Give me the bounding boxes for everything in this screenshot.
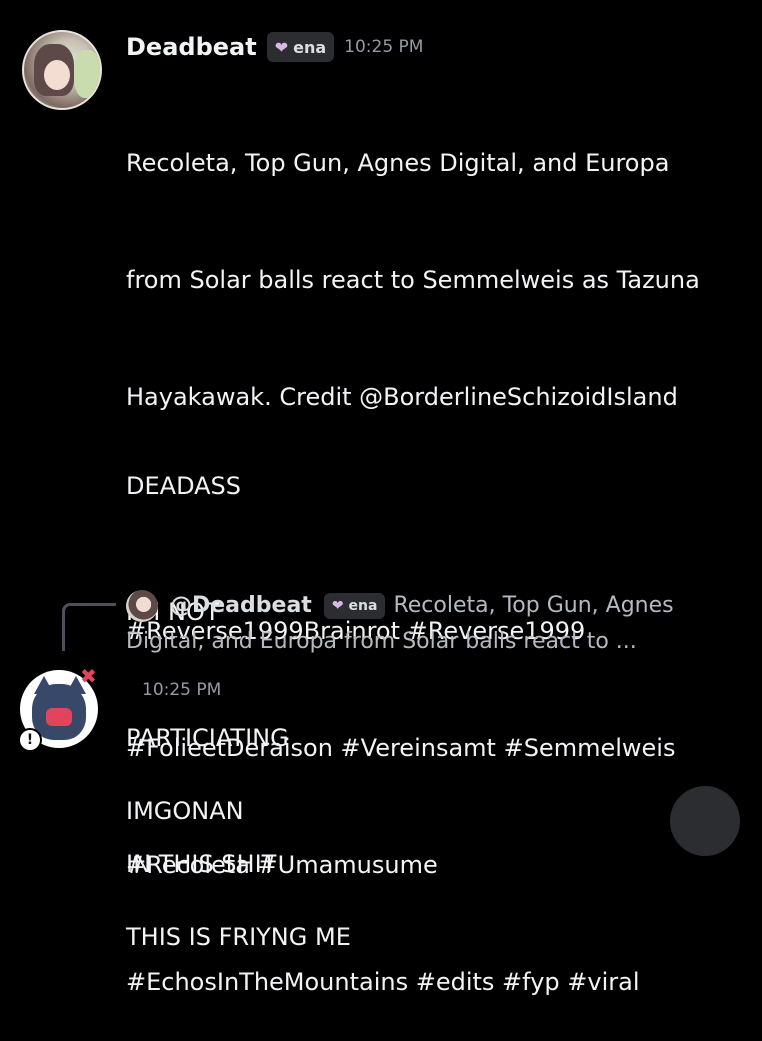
message-content-2: IMGONAN THIS IS FRIYNG ME	[126, 706, 746, 1000]
message-line: DEADASS	[126, 472, 242, 500]
avatar-hair-2	[74, 50, 100, 98]
message-line: Recoleta, Top Gun, Agnes Digital, and Eu…	[126, 149, 670, 177]
exclamation-icon: !	[18, 728, 42, 752]
message-header: Deadbeat ❤ ena 10:25 PM	[126, 30, 423, 64]
reply-mention[interactable]: @Deadbeat	[170, 588, 312, 624]
reply-avatar	[126, 590, 158, 622]
server-tag[interactable]: ❤ ena	[266, 32, 335, 62]
avatar-decoration-icon: ✖	[80, 664, 97, 688]
message-line: IMGONAN	[126, 797, 244, 825]
server-tag-label: ena	[348, 598, 378, 614]
reply-text: Digital, and Europa from Solar balls rea…	[126, 629, 637, 654]
reply-text: Recoleta, Top Gun, Agnes	[393, 593, 674, 618]
timestamp: 10:25 PM	[142, 680, 222, 700]
avatar-mark	[46, 708, 72, 726]
heart-icon: ❤	[331, 598, 344, 614]
username[interactable]: Deadbeat	[126, 30, 257, 64]
message-line: THIS IS FRIYNG ME	[126, 923, 351, 951]
message-line: from Solar balls react to Semmelweis as …	[126, 266, 700, 294]
reply-preview[interactable]: @Deadbeat ❤ ena Recoleta, Top Gun, Agnes…	[126, 588, 726, 660]
scroll-button[interactable]	[670, 786, 740, 856]
server-tag: ❤ ena	[323, 593, 386, 619]
heart-icon: ❤	[274, 37, 289, 57]
reply-connector	[62, 603, 116, 651]
timestamp: 10:25 PM	[344, 37, 424, 57]
avatar[interactable]	[22, 30, 102, 110]
avatar-face	[44, 60, 70, 90]
server-tag-label: ena	[293, 37, 327, 57]
